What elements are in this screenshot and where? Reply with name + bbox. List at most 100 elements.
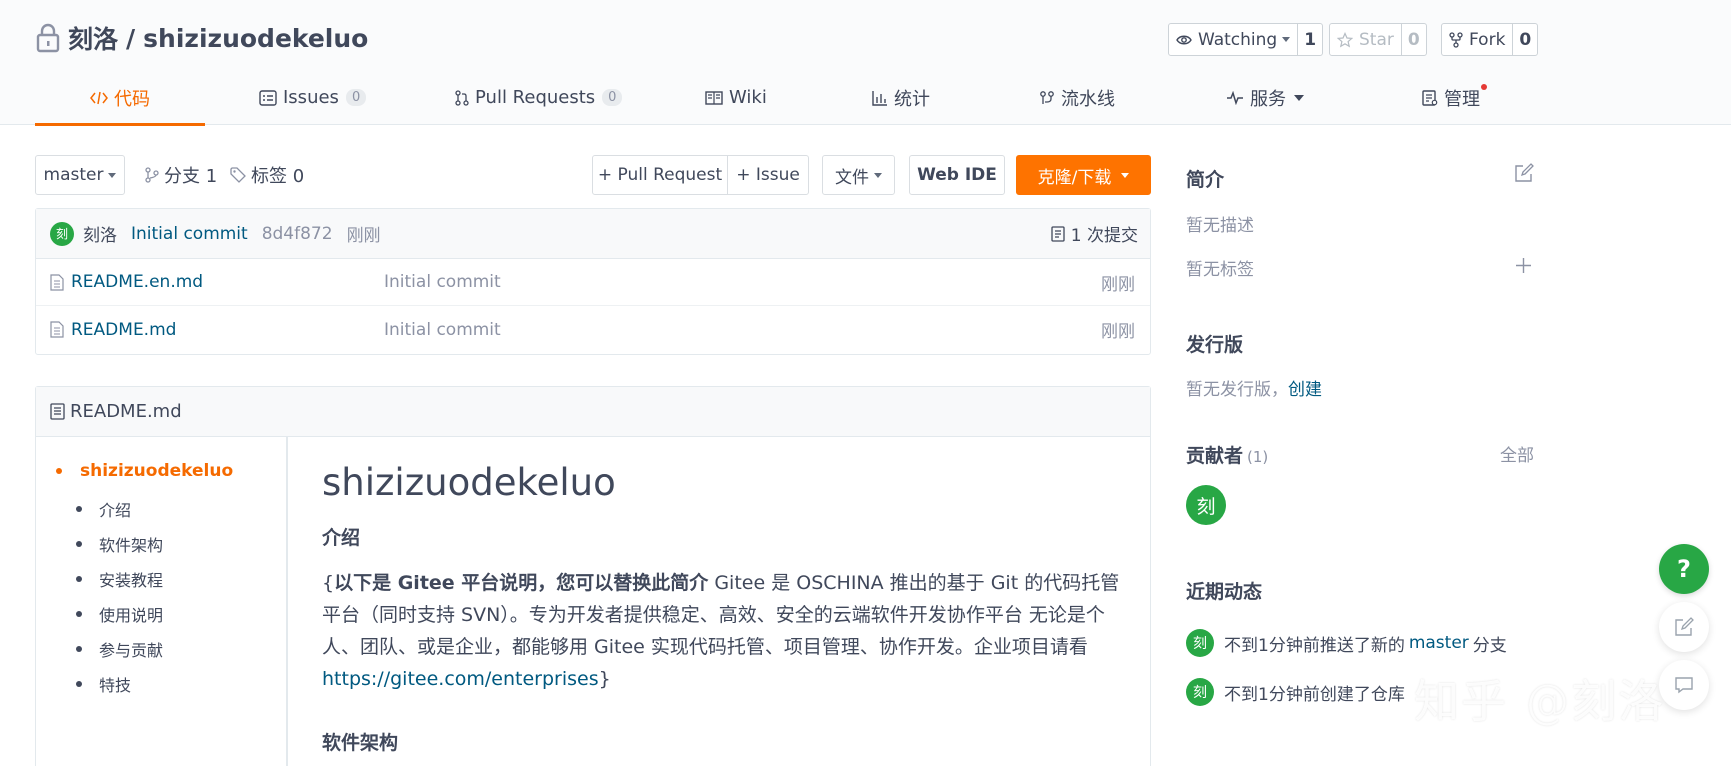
activity-branch-link[interactable]: master [1409,633,1469,653]
readme-header: README.md [36,387,1150,437]
repo-owner-link[interactable]: 刻洛 [68,20,118,56]
help-button[interactable]: ? [1659,544,1709,594]
commits-count-link[interactable]: 1 次提交 [1051,221,1138,246]
toc-item[interactable]: 参与贡献 [76,637,163,661]
fork-count[interactable]: 0 [1512,24,1537,55]
contributors-title: 贡献者 (1) [1186,441,1268,468]
new-pull-request-label: + Pull Request [597,165,723,185]
readme-title: shizizuodekeluo [322,461,616,504]
file-menu-label: 文件 [835,167,869,188]
file-icon [50,273,64,291]
branch-icon [145,167,159,183]
toc-item[interactable]: 特技 [76,672,131,696]
activity-item: 刻 不到1分钟前推送了新的 master 分支 [1186,629,1507,657]
branch-select[interactable]: master [35,155,125,195]
chat-button[interactable] [1659,660,1709,710]
issues-count-badge: 0 [345,89,367,106]
tab-issues[interactable]: Issues 0 [259,70,367,125]
tab-pull-requests[interactable]: Pull Requests 0 [455,70,623,125]
commit-sha[interactable]: 8d4f872 [262,224,333,244]
pipeline-icon [1040,90,1054,104]
avatar[interactable]: 刻 [50,221,74,246]
watch-count[interactable]: 1 [1297,24,1322,55]
eye-icon [1176,35,1192,44]
add-icon[interactable] [1515,257,1532,274]
star-count[interactable]: 0 [1400,24,1426,55]
chevron-down-icon [1121,172,1130,178]
watch-button-group: Watching 1 [1168,23,1324,56]
enterprise-link[interactable]: https://gitee.com/enterprises [322,668,599,690]
tab-pipeline[interactable]: 流水线 [1039,70,1115,125]
repo-toolbar: master 分支 1 标签 0 + Pull Request + Issue … [35,155,1151,195]
tab-stats[interactable]: 统计 [872,70,930,125]
intro-bold-text: 以下是 Gitee 平台说明，您可以替换此简介 [334,572,709,594]
file-menu-button[interactable]: 文件 [822,155,895,195]
tab-issues-label: Issues [283,87,339,108]
tab-code[interactable]: 代码 [35,70,205,126]
avatar[interactable]: 刻 [1186,629,1214,657]
avatar[interactable]: 刻 [1186,678,1214,706]
toc-item-root[interactable]: shizizuodekeluo [56,461,233,481]
no-description-text: 暂无描述 [1186,216,1254,236]
tab-services[interactable]: 服务 [1226,70,1304,125]
tab-code-label: 代码 [114,88,150,110]
web-ide-button[interactable]: Web IDE [909,155,1005,195]
file-name-link[interactable]: README.en.md [71,272,384,292]
star-button-group: Star 0 [1329,23,1427,56]
issues-icon [259,89,277,106]
activity-title: 近期动态 [1186,581,1263,603]
feedback-button[interactable] [1659,602,1709,652]
file-commit-message[interactable]: Initial commit [384,320,501,340]
edit-icon[interactable] [1514,163,1534,183]
tab-manage[interactable]: 管理 [1422,70,1487,125]
branches-label: 分支 1 [164,166,218,187]
watch-label: Watching [1198,29,1278,50]
commit-author[interactable]: 刻洛 [83,221,117,246]
watch-button[interactable]: Watching [1169,24,1297,55]
commit-time: 刚刚 [346,226,381,246]
file-list: 刻 刻洛 Initial commit 8d4f872 刚刚 1 次提交 REA… [35,208,1151,355]
file-row: README.en.md Initial commit 刚刚 [36,259,1150,306]
all-contributors-link[interactable]: 全部 [1500,441,1534,466]
toc-item[interactable]: 使用说明 [76,602,163,626]
tags-link[interactable]: 标签 0 [230,155,304,195]
readme-intro-paragraph: {以下是 Gitee 平台说明，您可以替换此简介 Gitee 是 OSCHINA… [322,567,1122,695]
notification-dot [1481,84,1487,90]
intro-open-brace: { [322,572,335,594]
new-issue-button[interactable]: + Issue [727,155,809,195]
activity-text: 不到1分钟前创建了仓库 [1224,684,1405,705]
watermark-text: 知乎 @刻洛 [1414,675,1666,728]
new-issue-label: + Issue [736,165,800,185]
readme-intro-heading: 介绍 [322,527,361,549]
contributors-label: 贡献者 [1186,445,1244,467]
chevron-down-icon [108,172,117,178]
readme-arch-heading: 软件架构 [322,732,399,754]
tab-manage-label: 管理 [1444,88,1480,110]
commits-count-label: 1 次提交 [1070,226,1138,246]
fork-button[interactable]: Fork [1442,24,1512,55]
branch-select-value: master [43,165,104,185]
feedback-icon [1675,617,1694,636]
book-icon [705,90,723,105]
activity-text: 不到1分钟前推送了新的 [1224,635,1405,656]
create-release-link[interactable]: 创建 [1288,380,1322,400]
file-commit-time: 刚刚 [1101,274,1135,295]
pull-request-icon [455,89,469,106]
star-button[interactable]: Star [1330,24,1401,55]
branches-link[interactable]: 分支 1 [145,155,217,195]
avatar[interactable]: 刻 [1186,485,1226,525]
file-commit-message[interactable]: Initial commit [384,272,501,292]
toc-item[interactable]: 软件架构 [76,532,163,556]
chevron-down-icon [1294,94,1304,101]
bar-chart-icon [872,90,887,106]
file-name-link[interactable]: README.md [71,320,384,340]
new-pull-request-button[interactable]: + Pull Request [592,155,728,195]
toc-item[interactable]: 介绍 [76,497,131,521]
clone-download-button[interactable]: 克隆/下载 [1016,155,1151,195]
commit-message[interactable]: Initial commit [131,224,248,244]
pulse-icon [1227,90,1243,105]
tab-wiki[interactable]: Wiki [705,70,767,125]
file-icon [50,403,65,420]
repo-name-link[interactable]: shizizuodekeluo [143,24,368,53]
toc-item[interactable]: 安装教程 [76,567,163,591]
